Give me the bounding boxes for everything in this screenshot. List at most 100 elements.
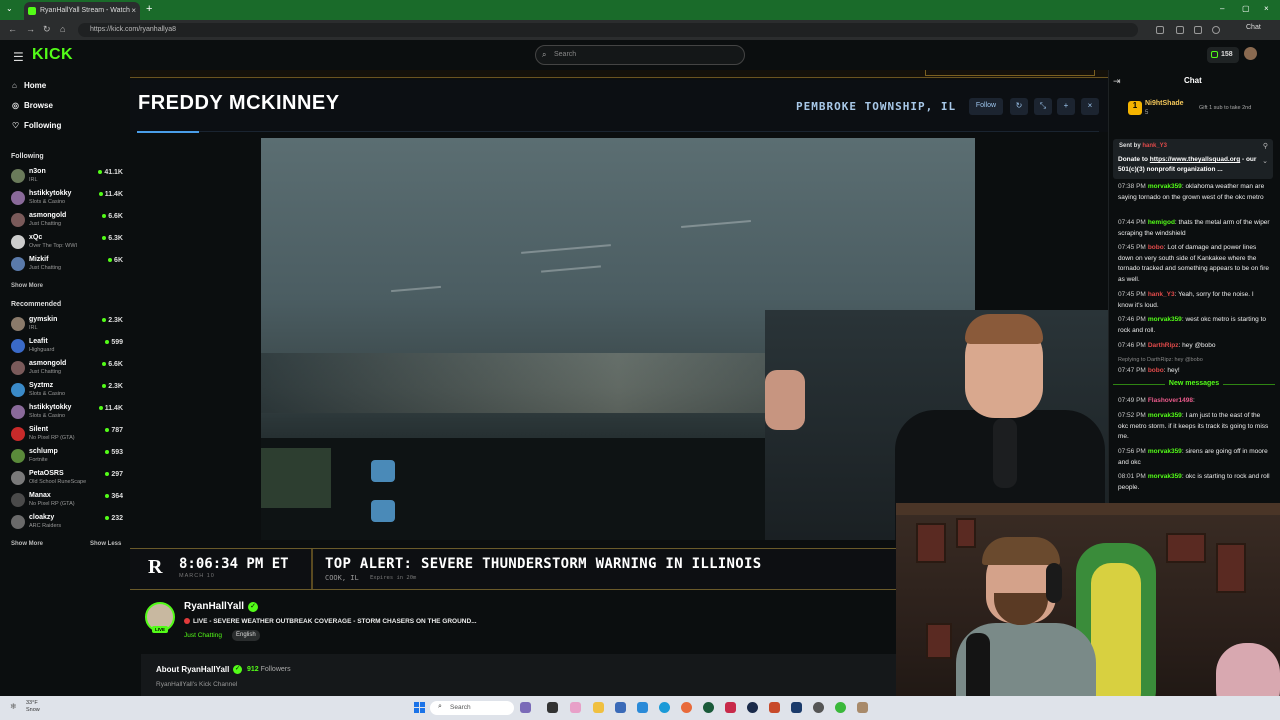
chat-message[interactable]: 07:44 PM hemigod: thats the metal arm of … — [1118, 218, 1270, 239]
chat-username[interactable]: morvak359 — [1148, 448, 1182, 455]
recommended-channel-row[interactable]: gymskin IRL 2.3K — [11, 315, 123, 335]
widgets-icon[interactable] — [520, 702, 531, 713]
steam-icon[interactable] — [791, 702, 802, 713]
following-channel-row[interactable]: hstikkytokky Slots & Casino 11.4K — [11, 189, 123, 209]
close-window-icon[interactable]: × — [1264, 4, 1269, 13]
browser-tab[interactable]: RyanHallYall Stream - Watch × — [24, 2, 140, 20]
channel-row-name: Manax — [29, 492, 51, 499]
chat-username[interactable]: bobo — [1148, 244, 1164, 251]
back-icon[interactable]: ← — [8, 24, 17, 34]
chat-message[interactable]: 08:01 PM morvak359: okc is starting to ro… — [1118, 472, 1270, 493]
windows-start-icon[interactable] — [414, 702, 425, 713]
user-avatar[interactable] — [1244, 47, 1257, 60]
recommended-channel-row[interactable]: Syztmz Slots & Casino 2.3K — [11, 381, 123, 401]
xbox-icon[interactable] — [703, 702, 714, 713]
favorites-icon[interactable] — [1176, 26, 1184, 34]
home-browser-icon[interactable]: ⌂ — [60, 24, 65, 34]
profile-icon[interactable] — [1212, 26, 1220, 34]
chat-message[interactable]: 07:46 PM DarthRipz: hey @bobo — [1118, 341, 1270, 352]
recommended-channel-row[interactable]: hstikkytokky Slots & Casino 11.4K — [11, 403, 123, 423]
show-less-recommended[interactable]: Show Less — [90, 541, 121, 547]
chat-message[interactable]: 07:49 PM Flashover1498: — [1118, 396, 1270, 407]
url-field[interactable]: https://kick.com/ryanhallya8 — [78, 23, 1138, 37]
following-channel-row[interactable]: n3on IRL 41.1K — [11, 167, 123, 187]
taskbar-search[interactable]: ⌕ Search — [430, 701, 514, 715]
app-icon[interactable] — [857, 702, 868, 713]
pinned-link[interactable]: https://www.theyallsquad.org — [1150, 156, 1240, 163]
channel-name[interactable]: RyanHallYall — [184, 601, 244, 612]
following-channel-row[interactable]: Mizkif Just Chatting 6K — [11, 255, 123, 275]
new-tab-button[interactable]: + — [146, 3, 152, 15]
copilot-app-icon[interactable] — [570, 702, 581, 713]
channel-row-category: No Pixel RP (GTA) — [29, 435, 75, 441]
nav-home[interactable]: ⌂ Home — [12, 81, 46, 90]
chat-username[interactable]: bobo — [1148, 367, 1164, 374]
chat-username[interactable]: morvak359 — [1148, 412, 1182, 419]
weather-widget[interactable]: 33°F Snow — [26, 700, 40, 714]
chat-username[interactable]: Flashover1498 — [1148, 397, 1193, 404]
chat-username[interactable]: morvak359 — [1148, 183, 1182, 190]
new-messages-label[interactable]: New messages — [1113, 380, 1275, 388]
search-input[interactable]: ⌕ Search — [535, 45, 745, 65]
app-icon[interactable] — [813, 702, 824, 713]
recommended-channel-row[interactable]: Manax No Pixel RP (GTA) 364 — [11, 491, 123, 511]
app-icon[interactable] — [725, 702, 736, 713]
gift-leaderboard[interactable]: 1 Ni9htShade 5 Gift 1 sub to take 2nd — [1113, 96, 1275, 122]
recommended-channel-row[interactable]: schlump Fortnite 593 — [11, 447, 123, 467]
app-icon[interactable] — [747, 702, 758, 713]
following-channel-row[interactable]: xQc Over The Top: WWI 6.3K — [11, 233, 123, 253]
task-view-icon[interactable] — [547, 702, 558, 713]
tab-list-chevron-icon[interactable]: ⌄ — [6, 4, 13, 13]
firefox-icon[interactable] — [681, 702, 692, 713]
app-icon[interactable] — [637, 702, 648, 713]
language-tag[interactable]: English — [232, 630, 260, 641]
show-more-following[interactable]: Show More — [11, 283, 43, 289]
nav-following[interactable]: ♡ Following — [12, 121, 61, 130]
chat-message[interactable]: 07:46 PM morvak359: west okc metro is sta… — [1118, 315, 1270, 336]
recommended-channel-row[interactable]: cloakzy ARC Raiders 232 — [11, 513, 123, 533]
collapse-chat-icon[interactable]: ⇥ — [1113, 76, 1121, 87]
maximize-icon[interactable]: ▢ — [1242, 4, 1250, 13]
pin-icon[interactable]: ⚲ — [1263, 142, 1268, 150]
edge-icon[interactable] — [659, 702, 670, 713]
nav-browse[interactable]: ◎ Browse — [12, 101, 53, 110]
channel-row-name: Leafit — [29, 338, 48, 345]
minimize-icon[interactable]: – — [1220, 4, 1224, 13]
app-icon[interactable] — [769, 702, 780, 713]
collections-icon[interactable] — [1194, 26, 1202, 34]
menu-icon[interactable]: ☰ — [13, 50, 24, 64]
kick-logo[interactable]: KICK — [32, 46, 73, 64]
chat-message[interactable]: 07:56 PM morvak359: sirens are going off … — [1118, 447, 1270, 468]
copilot-chat-button[interactable]: Chat — [1246, 24, 1261, 31]
chat-message[interactable]: 07:52 PM morvak359: I am just to the east… — [1118, 411, 1270, 443]
recommended-channel-row[interactable]: asmongold Just Chatting 6.6K — [11, 359, 123, 379]
forward-icon[interactable]: → — [26, 24, 35, 34]
weather-snow-icon[interactable]: ❄ — [10, 702, 17, 711]
chat-username[interactable]: hemigod — [1148, 219, 1175, 226]
recommended-channel-row[interactable]: Leafit Highguard 599 — [11, 337, 123, 357]
chat-message[interactable]: Replying to DarthRipz: hey @bobo 07:47 PM… — [1118, 355, 1270, 376]
chat-message[interactable]: 07:45 PM hank_Y3: Yeah, sorry for the noi… — [1118, 290, 1270, 311]
browser-tab-title: RyanHallYall Stream - Watch — [40, 7, 130, 14]
stream-category[interactable]: Just Chatting — [184, 632, 222, 639]
chat-username[interactable]: morvak359 — [1148, 316, 1182, 323]
channel-row-viewers: 41.1K — [98, 169, 123, 176]
file-explorer-icon[interactable] — [593, 702, 604, 713]
store-icon[interactable] — [615, 702, 626, 713]
chat-message[interactable]: 07:38 PM morvak359: oklahoma weather man … — [1118, 182, 1270, 203]
close-tab-icon[interactable]: × — [131, 6, 136, 15]
chat-username[interactable]: DarthRipz — [1148, 342, 1179, 349]
show-more-recommended[interactable]: Show More — [11, 541, 43, 547]
spotify-icon[interactable] — [835, 702, 846, 713]
gift-user: Ni9htShade — [1145, 100, 1184, 107]
recommended-channel-row[interactable]: Silent No Pixel RP (GTA) 787 — [11, 425, 123, 445]
reload-icon[interactable]: ↻ — [43, 24, 51, 35]
recommended-channel-row[interactable]: PetaOSRS Old School RuneScape 297 — [11, 469, 123, 489]
extensions-icon[interactable] — [1156, 26, 1164, 34]
pinned-message[interactable]: Sent by hank_Y3 ⚲ ⌄ Donate to https://ww… — [1113, 139, 1273, 179]
rain-streak — [681, 219, 751, 229]
chat-message[interactable]: 07:45 PM bobo: Lot of damage and power li… — [1118, 243, 1270, 285]
chat-username[interactable]: hank_Y3 — [1148, 291, 1175, 298]
following-channel-row[interactable]: asmongold Just Chatting 6.6K — [11, 211, 123, 231]
chat-username[interactable]: morvak359 — [1148, 473, 1182, 480]
